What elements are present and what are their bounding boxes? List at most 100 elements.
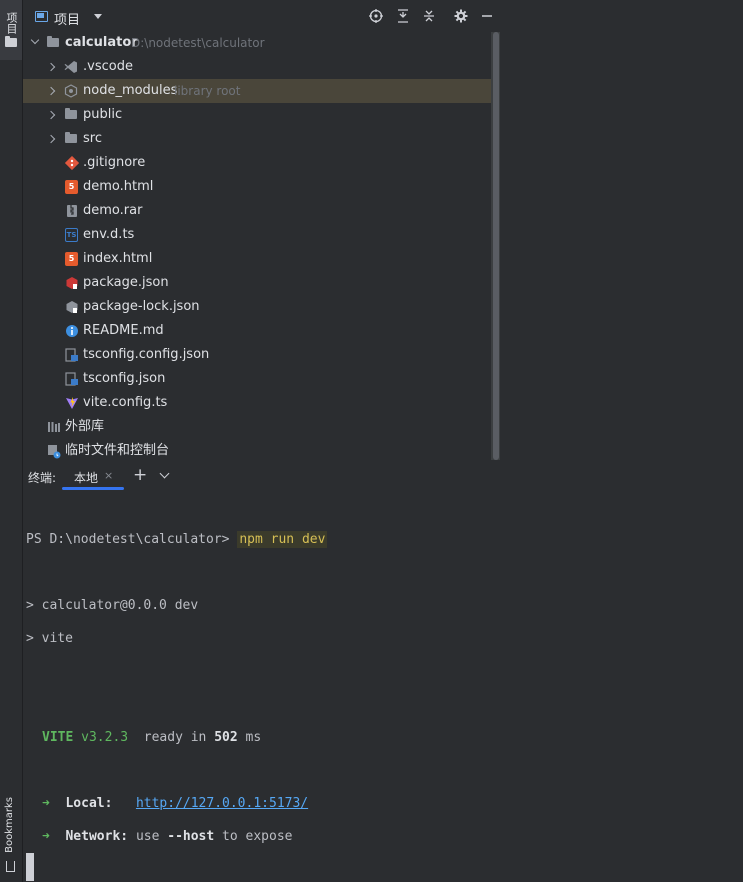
tree-item-label: .vscode bbox=[83, 59, 133, 74]
project-tool-button[interactable]: 项目 bbox=[0, 0, 22, 60]
terminal-line: > calculator@0.0.0 dev bbox=[26, 598, 199, 613]
tree-item-label: package.json bbox=[83, 275, 169, 290]
chevron-down-icon[interactable] bbox=[94, 14, 102, 19]
tree-item-public[interactable]: public bbox=[23, 103, 491, 127]
tree-item-readme[interactable]: README.md bbox=[23, 319, 491, 343]
chevron-right-icon[interactable] bbox=[46, 110, 56, 120]
folder-icon bbox=[65, 108, 77, 119]
terminal-line: > vite bbox=[26, 631, 73, 646]
tree-item-src[interactable]: src bbox=[23, 127, 491, 151]
left-tool-stripe: 项目 Bookmarks bbox=[0, 0, 23, 882]
tree-item-demo-html[interactable]: 5 demo.html bbox=[23, 175, 491, 199]
network-line: ➜ Network: use --host to expose bbox=[42, 829, 293, 844]
network-use: use bbox=[135, 829, 160, 844]
project-tool-label: 项目 bbox=[5, 12, 18, 34]
gear-icon[interactable] bbox=[453, 8, 469, 24]
tree-item-label: vite.config.ts bbox=[83, 395, 168, 410]
folder-icon bbox=[65, 132, 77, 143]
arrow-icon: ➜ bbox=[42, 829, 50, 844]
tree-item-label: node_modules bbox=[83, 83, 178, 98]
expand-all-icon[interactable] bbox=[395, 8, 411, 24]
chevron-right-icon[interactable] bbox=[46, 86, 56, 96]
tree-item-label: package-lock.json bbox=[83, 299, 200, 314]
npm-icon bbox=[66, 277, 78, 289]
tree-item-label: src bbox=[83, 131, 102, 146]
ready-text: ready in bbox=[143, 730, 207, 745]
tree-item-gitignore[interactable]: .gitignore bbox=[23, 151, 491, 175]
network-rest: to expose bbox=[222, 829, 293, 844]
tree-item-tsconfig-json[interactable]: tsconfig.json bbox=[23, 367, 491, 391]
folder-icon bbox=[47, 36, 59, 47]
collapse-all-icon[interactable] bbox=[421, 8, 437, 24]
tree-item-vite-config-ts[interactable]: vite.config.ts bbox=[23, 391, 491, 415]
project-panel: 项目 calculator D:\nodetest\calculator .vs… bbox=[23, 0, 501, 462]
bookmarks-tool-button[interactable]: Bookmarks bbox=[4, 797, 15, 853]
tree-root-calculator[interactable]: calculator D:\nodetest\calculator bbox=[23, 31, 491, 55]
local-url-link[interactable]: http://127.0.0.1:5173/ bbox=[136, 796, 308, 811]
local-url-line: ➜ Local: http://127.0.0.1:5173/ bbox=[42, 796, 308, 811]
add-terminal-button[interactable]: + bbox=[133, 465, 147, 485]
vscode-folder-icon bbox=[64, 61, 77, 73]
info-icon bbox=[66, 325, 78, 337]
tree-item-label: .gitignore bbox=[83, 155, 146, 170]
tree-item-index-html[interactable]: 5 index.html bbox=[23, 247, 491, 271]
archive-icon bbox=[67, 205, 77, 217]
tree-item-label: tsconfig.config.json bbox=[83, 347, 210, 362]
library-folder-icon bbox=[64, 84, 78, 98]
project-view-icon bbox=[35, 11, 48, 22]
tree-item-label: demo.html bbox=[83, 179, 154, 194]
vite-ready-line: VITE v3.2.3 ready in 502 ms bbox=[42, 730, 261, 745]
tree-item-external-libraries[interactable]: 外部库 bbox=[23, 415, 491, 439]
library-root-hint: library root bbox=[174, 84, 241, 98]
terminal-output[interactable]: PS D:\nodetest\calculator> npm run dev >… bbox=[23, 492, 743, 882]
tree-item-scratches[interactable]: 临时文件和控制台 bbox=[23, 439, 491, 463]
tree-item-demo-rar[interactable]: demo.rar bbox=[23, 199, 491, 223]
chevron-down-icon[interactable] bbox=[159, 468, 170, 479]
close-icon[interactable]: × bbox=[104, 469, 113, 482]
tsconfig-icon bbox=[65, 348, 78, 362]
tree-item-label: tsconfig.json bbox=[83, 371, 166, 386]
html-icon: 5 bbox=[65, 180, 78, 194]
typescript-icon: TS bbox=[65, 228, 78, 242]
project-panel-header: 项目 bbox=[23, 0, 501, 32]
terminal-command: npm run dev bbox=[237, 531, 328, 548]
network-flag: --host bbox=[167, 829, 215, 844]
git-icon bbox=[65, 156, 79, 170]
tsconfig-icon bbox=[65, 372, 78, 386]
tree-scrollbar-thumb[interactable] bbox=[493, 32, 499, 460]
terminal-title: 终端: bbox=[28, 471, 57, 485]
tab-local-label: 本地 bbox=[74, 471, 99, 485]
tree-item-tsconfig-config-json[interactable]: tsconfig.config.json bbox=[23, 343, 491, 367]
chevron-down-icon[interactable] bbox=[30, 35, 40, 45]
ready-ms: 502 bbox=[214, 730, 238, 745]
chevron-right-icon[interactable] bbox=[46, 134, 56, 144]
tree-item-env-d-ts[interactable]: TS env.d.ts bbox=[23, 223, 491, 247]
library-icon bbox=[48, 422, 60, 432]
vite-icon bbox=[66, 397, 78, 409]
chevron-right-icon[interactable] bbox=[46, 62, 56, 72]
tree-item-label: env.d.ts bbox=[83, 227, 135, 242]
terminal-prompt: PS D:\nodetest\calculator> bbox=[26, 532, 230, 547]
terminal-cursor bbox=[26, 853, 34, 881]
root-folder-name: calculator bbox=[65, 35, 138, 50]
tree-item-node-modules[interactable]: node_modules library root bbox=[23, 79, 491, 103]
tree-item-label: demo.rar bbox=[83, 203, 143, 218]
scratches-icon bbox=[48, 445, 61, 459]
tree-item-label: 外部库 bbox=[65, 419, 105, 434]
hide-panel-icon[interactable] bbox=[479, 8, 495, 24]
vite-version: v3.2.3 bbox=[81, 730, 129, 745]
network-label: Network: bbox=[65, 829, 129, 844]
bookmark-icon[interactable] bbox=[6, 861, 15, 872]
project-view-title[interactable]: 项目 bbox=[54, 9, 80, 28]
locate-icon[interactable] bbox=[368, 8, 384, 24]
tree-item-label: README.md bbox=[83, 323, 164, 338]
tree-item-package-json[interactable]: package.json bbox=[23, 271, 491, 295]
terminal-tab-bar: 终端: 本地 × + bbox=[23, 462, 743, 492]
active-tab-indicator bbox=[62, 487, 124, 490]
tree-item-package-lock-json[interactable]: package-lock.json bbox=[23, 295, 491, 319]
root-folder-path: D:\nodetest\calculator bbox=[131, 36, 265, 50]
folder-icon bbox=[5, 36, 17, 47]
tree-item-label: public bbox=[83, 107, 123, 122]
tree-item-vscode[interactable]: .vscode bbox=[23, 55, 491, 79]
tree-item-label: index.html bbox=[83, 251, 153, 266]
